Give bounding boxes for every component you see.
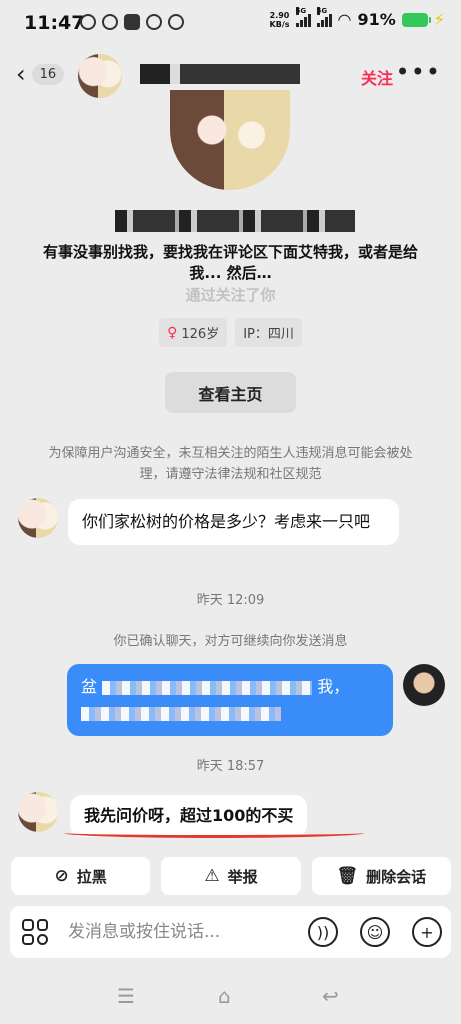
plus-icon[interactable]: +: [412, 917, 442, 947]
redacted-text: [102, 680, 313, 695]
ip-tag: IP：四川: [235, 318, 302, 347]
wechat-icon: [102, 14, 118, 30]
alert-icon: [146, 14, 162, 30]
self-avatar[interactable]: [403, 664, 445, 706]
message-bubble-sent[interactable]: 盆 我，: [67, 664, 393, 736]
menu-icon[interactable]: ☰: [117, 984, 135, 1008]
report-button[interactable]: ⚠ 举报: [161, 857, 301, 895]
contact-avatar[interactable]: [18, 792, 58, 832]
battery-icon: [401, 12, 431, 27]
female-icon: ♀: [167, 324, 178, 341]
wechat-icon: [80, 14, 96, 30]
timestamp: 昨天 18:57: [196, 759, 265, 774]
follow-button[interactable]: 关注: [361, 65, 393, 89]
profile-name-redacted: [115, 210, 355, 232]
delete-conversation-button[interactable]: 🗑 删除会话: [311, 857, 451, 895]
chevron-left-icon: ‹: [16, 60, 26, 88]
home-icon[interactable]: ⌂: [218, 984, 231, 1008]
profile-bio: 有事没事别找我，要找我在评论区下面艾特我，或者是给我... 然后…: [42, 243, 418, 282]
charging-icon: ⚡: [433, 10, 445, 29]
message-bubble-received[interactable]: 你们家松树的价格是多少？考虑来一只吧: [68, 499, 399, 545]
system-note: 你已确认聊天，对方可继续向你发送消息: [113, 634, 348, 649]
block-button[interactable]: ⊘ 拉黑: [11, 857, 151, 895]
emoji-icon[interactable]: ☺: [360, 917, 390, 947]
contact-name-redacted: [140, 64, 300, 84]
redacted-text: [81, 706, 281, 721]
warning-icon: ⚠: [204, 866, 220, 886]
contact-avatar[interactable]: [18, 498, 58, 538]
red-underline-annotation: [64, 828, 364, 838]
timestamp: 昨天 12:09: [196, 593, 265, 608]
contact-avatar[interactable]: [78, 54, 122, 98]
back-icon[interactable]: ↩: [322, 984, 339, 1008]
status-bar: 11:47 2.90 KB/s 5G 5G ◠ 91% ⚡: [0, 0, 461, 48]
message-input[interactable]: [68, 918, 288, 946]
follows-you-text: 通过关注了你: [185, 286, 276, 304]
voice-icon[interactable]: )): [308, 917, 338, 947]
app-icon: [124, 14, 140, 30]
signal-icon: 5G: [295, 6, 311, 27]
wechat-icon: [168, 14, 184, 30]
unread-count-badge: 16: [31, 63, 65, 85]
input-bar: )) ☺ +: [10, 906, 451, 958]
age-tag: ♀ 126岁: [159, 318, 228, 347]
status-time: 11:47: [24, 12, 85, 34]
status-right: 2.90 KB/s 5G 5G ◠ 91% ⚡: [269, 6, 445, 29]
system-nav-bar: ☰ ⌂ ↩: [0, 976, 461, 1016]
apps-grid-icon[interactable]: [22, 919, 48, 945]
safety-notice: 为保障用户沟通安全，未互相关注的陌生人违规消息可能会被处理，请遵守法律法规和社区…: [48, 446, 413, 482]
profile-avatar[interactable]: [170, 90, 290, 190]
wifi-icon: ◠: [337, 10, 352, 29]
block-icon: ⊘: [54, 866, 69, 886]
view-homepage-button[interactable]: 查看主页: [165, 372, 296, 413]
net-speed: 2.90 KB/s: [269, 10, 290, 29]
profile-tags: ♀ 126岁 IP：四川: [0, 318, 461, 347]
more-options-icon[interactable]: •••: [396, 58, 441, 86]
notification-icons: [80, 14, 184, 30]
trash-icon: 🗑: [336, 866, 359, 886]
signal-icon: 5G: [316, 6, 332, 27]
back-button[interactable]: ‹ 16: [16, 60, 65, 88]
action-bar: ⊘ 拉黑 ⚠ 举报 🗑 删除会话: [11, 857, 451, 895]
battery-percent: 91%: [357, 10, 396, 29]
